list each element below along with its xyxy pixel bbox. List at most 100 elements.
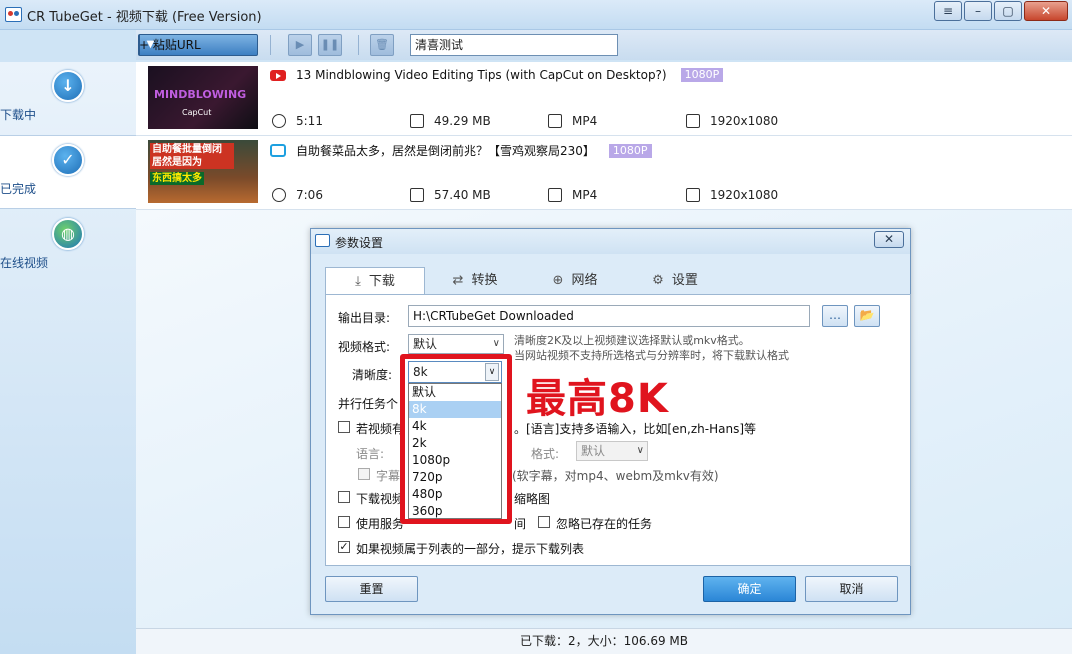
language-label: 语言: bbox=[356, 447, 385, 461]
thumbnail-checkbox[interactable] bbox=[338, 491, 350, 503]
output-dir-label: 输出目录: bbox=[338, 311, 391, 325]
play-icon[interactable]: ▶ bbox=[288, 34, 312, 56]
paste-url-button[interactable]: + 粘贴URL ▼ bbox=[138, 34, 258, 56]
dialog-title-bar: 参数设置 ✕ bbox=[311, 229, 910, 254]
app-icon bbox=[315, 234, 330, 247]
sidebar-item-label: 已完成 bbox=[0, 182, 37, 196]
separator bbox=[270, 35, 271, 55]
menu-button[interactable]: ≡ bbox=[934, 1, 962, 21]
video-title: 13 Mindblowing Video Editing Tips (with … bbox=[270, 68, 724, 82]
output-dir-field[interactable]: H:\CRTubeGet Downloaded bbox=[408, 305, 810, 327]
parallel-label: 并行任务个 bbox=[338, 397, 399, 411]
format-hint: 清晰度2K及以上视频建议选择默认或mkv格式。 bbox=[514, 334, 750, 347]
list-item[interactable]: 自助餐批量倒闭 居然是因为 东西搞太多 自助餐菜品太多，居然是倒闭前兆？【雪鸡观… bbox=[136, 136, 1072, 210]
skip-existing-checkbox[interactable] bbox=[538, 516, 550, 528]
bilibili-icon bbox=[270, 144, 286, 157]
format-select-value: 默认 bbox=[413, 337, 438, 351]
maximize-button[interactable]: ▢ bbox=[994, 1, 1022, 21]
thumbnail-subtext: 东西搞太多 bbox=[150, 172, 204, 185]
download-icon: ⤓ bbox=[355, 274, 361, 289]
pause-icon[interactable]: ❚❚ bbox=[318, 34, 342, 56]
monitor-icon bbox=[686, 188, 700, 202]
file-icon bbox=[410, 114, 424, 128]
dialog-close-button[interactable]: ✕ bbox=[874, 231, 904, 248]
thumbnail-text: 自助餐批量倒闭 居然是因为 bbox=[150, 143, 234, 169]
video-thumbnail: MINDBLOWING CapCut bbox=[148, 66, 258, 129]
size-value: 49.29 MB bbox=[434, 114, 491, 128]
reset-button[interactable]: 重置 bbox=[325, 576, 418, 602]
sidebar: ↓ 下载中 ✓ 已完成 ◍ 在线视频 bbox=[0, 62, 136, 654]
embed-subtitle-checkbox[interactable] bbox=[358, 468, 370, 480]
folder-open-icon[interactable]: 📂 bbox=[854, 305, 880, 327]
thumbnail-label: 下载视频 bbox=[356, 492, 405, 506]
globe-icon: ⊕ bbox=[552, 273, 564, 288]
tab-download[interactable]: ⤓ 下载 bbox=[325, 267, 425, 295]
minimize-button[interactable]: – bbox=[964, 1, 992, 21]
tab-label: 设置 bbox=[671, 273, 698, 288]
download-icon: ↓ bbox=[52, 70, 84, 102]
video-title-text: 自助餐菜品太多，居然是倒闭前兆？【雪鸡观察局230】 bbox=[296, 144, 595, 158]
more-button[interactable]: … bbox=[822, 305, 848, 327]
close-button[interactable]: ✕ bbox=[1024, 1, 1068, 21]
sidebar-item-completed[interactable]: ✓ 已完成 bbox=[0, 135, 136, 209]
status-bar: 已下载：2，大小：106.69 MB bbox=[136, 628, 1072, 654]
film-icon bbox=[548, 188, 562, 202]
thumbnail-subtext: CapCut bbox=[182, 108, 212, 117]
sidebar-item-label: 下载中 bbox=[0, 108, 37, 122]
subtitle-checkbox[interactable] bbox=[338, 421, 350, 433]
sub-format-select[interactable]: 默认 ∨ bbox=[576, 441, 648, 461]
duration-value: 5:11 bbox=[296, 114, 323, 128]
highlight-box bbox=[400, 354, 512, 524]
file-size: 49.29 MB bbox=[410, 114, 491, 128]
resolution-value: 1920x1080 bbox=[710, 114, 779, 128]
tab-label: 网络 bbox=[571, 273, 598, 288]
list-item[interactable]: MINDBLOWING CapCut 13 Mindblowing Video … bbox=[136, 62, 1072, 136]
toolbar: + 粘贴URL ▼ ▶ ❚❚ 🗑 清喜测试 bbox=[136, 30, 1072, 60]
sidebar-item-downloading[interactable]: ↓ 下载中 bbox=[0, 62, 136, 136]
tab-settings[interactable]: ⚙ 设置 bbox=[625, 267, 725, 295]
video-thumbnail: 自助餐批量倒闭 居然是因为 东西搞太多 bbox=[148, 140, 258, 203]
sidebar-item-online-video[interactable]: ◍ 在线视频 bbox=[0, 210, 136, 284]
file-icon bbox=[410, 188, 424, 202]
server-checkbox[interactable] bbox=[338, 516, 350, 528]
annotation-text: 最高8K bbox=[526, 376, 669, 422]
playlist-checkbox[interactable]: ✓ bbox=[338, 541, 350, 553]
size-value: 57.40 MB bbox=[434, 188, 491, 202]
embed-subtitle-hint: (软字幕，对mp4、webm及mkv有效) bbox=[512, 469, 719, 483]
tab-network[interactable]: ⊕ 网络 bbox=[525, 267, 625, 295]
sub-format-value: 默认 bbox=[581, 444, 606, 458]
duration: 7:06 bbox=[272, 188, 323, 202]
skip-existing-label: 忽略已存在的任务 bbox=[556, 517, 653, 531]
format-hint: 当网站视频不支持所选格式与分辨率时，将下载默认格式 bbox=[514, 349, 789, 362]
video-title-text: 13 Mindblowing Video Editing Tips (with … bbox=[296, 68, 667, 82]
sidebar-item-label: 在线视频 bbox=[0, 256, 49, 270]
tab-convert[interactable]: ⇄ 转换 bbox=[425, 267, 525, 295]
film-icon bbox=[548, 114, 562, 128]
gear-icon: ⚙ bbox=[652, 273, 664, 288]
video-title: 自助餐菜品太多，居然是倒闭前兆？【雪鸡观察局230】 1080P bbox=[270, 142, 652, 159]
ok-button[interactable]: 确定 bbox=[703, 576, 796, 602]
format: MP4 bbox=[548, 188, 597, 202]
duration: 5:11 bbox=[272, 114, 323, 128]
chevron-down-icon: ∨ bbox=[492, 338, 500, 349]
quality-label: 清晰度: bbox=[352, 368, 393, 382]
format-value: MP4 bbox=[572, 114, 598, 128]
format-select[interactable]: 默认 ∨ bbox=[408, 334, 504, 354]
search-input[interactable]: 清喜测试 bbox=[410, 34, 618, 56]
format-value: MP4 bbox=[572, 188, 598, 202]
playlist-label: 如果视频属于列表的一部分，提示下载列表 bbox=[356, 542, 585, 556]
resolution: 1920x1080 bbox=[686, 114, 778, 128]
clock-icon bbox=[272, 114, 286, 128]
server-tail: 间 bbox=[514, 517, 527, 531]
resolution-value: 1920x1080 bbox=[710, 188, 779, 202]
duration-value: 7:06 bbox=[296, 188, 323, 202]
tab-label: 下载 bbox=[368, 274, 395, 289]
paste-url-label: + 粘贴URL bbox=[139, 38, 201, 52]
file-size: 57.40 MB bbox=[410, 188, 491, 202]
resolution: 1920x1080 bbox=[686, 188, 778, 202]
trash-icon[interactable]: 🗑 bbox=[370, 34, 394, 56]
cancel-button[interactable]: 取消 bbox=[805, 576, 898, 602]
thumbnail-tail: 缩略图 bbox=[514, 492, 551, 506]
tab-label: 转换 bbox=[471, 273, 498, 288]
quality-badge: 1080P bbox=[680, 68, 724, 82]
